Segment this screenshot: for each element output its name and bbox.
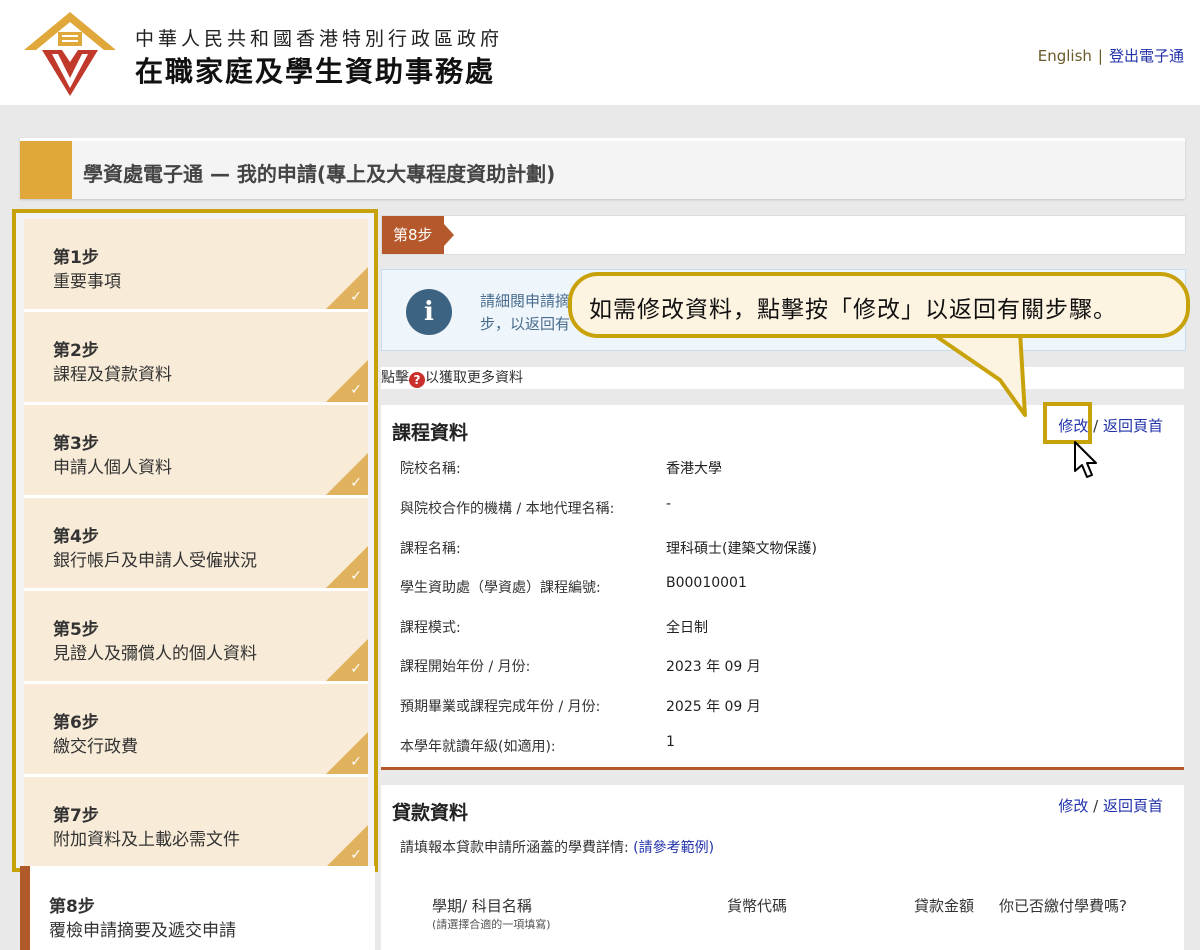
check-icon: ✓	[350, 475, 362, 491]
column-header-note: (請選擇合適的一項填寫)	[432, 918, 551, 931]
course-section-title: 課程資料	[392, 422, 469, 444]
course-row-label: 院校名稱:	[400, 461, 461, 477]
check-icon: ✓	[350, 289, 362, 305]
course-info-section: 課程資料 修改 / 返回頁首 院校名稱: 香港大學 與院校合作的機構 / 本地代…	[381, 405, 1184, 770]
column-header-currency: 貨幣代碼	[727, 897, 788, 915]
step-number: 第3步	[53, 434, 99, 454]
course-row-label: 學生資助處（學資處）課程編號:	[400, 580, 601, 596]
gov-name: 中華人民共和國香港特別行政區政府	[135, 28, 504, 50]
page-title: 學資處電子通 — 我的申請(專上及大專程度資助計劃)	[83, 162, 556, 186]
step-name: 覆檢申請摘要及遞交申請	[49, 921, 236, 941]
course-row-value: 1	[666, 734, 675, 750]
column-header-paid: 你已否繳付學費嗎?	[999, 897, 1127, 915]
info-icon: i	[406, 289, 452, 335]
site-header: 中華人民共和國香港特別行政區政府 在職家庭及學生資助事務處 English | 登出…	[0, 0, 1200, 105]
help-prefix: 點擊	[381, 370, 409, 386]
check-icon: ✓	[350, 847, 362, 863]
sidebar-step-2[interactable]: 第2步 課程及貸款資料 ✓	[24, 312, 368, 405]
header-separator: |	[1097, 47, 1103, 65]
loan-section-title: 貸款資料	[392, 802, 469, 824]
column-header-amount: 貸款金額	[914, 897, 975, 915]
info-text-line-1: 請細閱申請摘	[480, 292, 571, 310]
header-links: English | 登出電子通	[1038, 45, 1184, 66]
course-row-label: 課程模式:	[400, 620, 461, 636]
check-icon: ✓	[350, 661, 362, 677]
english-link[interactable]: English	[1038, 47, 1092, 65]
loan-intro-text: 請填報本貸款申請所涵蓋的學費詳情:	[400, 840, 629, 856]
loan-intro: 請填報本貸款申請所涵蓋的學費詳情: (請參考範例)	[400, 837, 714, 857]
mouse-pointer-icon	[1074, 441, 1097, 478]
example-link[interactable]: (請參考範例)	[633, 840, 714, 856]
sidebar-step-3[interactable]: 第3步 申請人個人資料 ✓	[24, 405, 368, 498]
callout-tail	[928, 330, 1027, 417]
loan-info-section: 貸款資料 修改 / 返回頁首 請填報本貸款申請所涵蓋的學費詳情: (請參考範例)…	[381, 785, 1184, 950]
title-accent	[20, 141, 72, 199]
help-line: 點擊? 以獲取更多資料	[381, 367, 1184, 389]
step-number: 第1步	[53, 248, 99, 268]
step-name: 繳交行政費	[53, 737, 138, 757]
sidebar-step-8-current[interactable]: 第8步 覆檢申請摘要及遞交申請	[20, 866, 375, 950]
course-row-label: 課程名稱:	[400, 541, 461, 557]
link-separator: /	[1093, 417, 1099, 435]
info-text-line-2: 步，以返回有	[480, 315, 571, 333]
step-name: 見證人及彌償人的個人資料	[53, 644, 257, 664]
page-title-bar: 學資處電子通 — 我的申請(專上及大專程度資助計劃)	[20, 138, 1185, 199]
sidebar-step-5[interactable]: 第5步 見證人及彌償人的個人資料 ✓	[24, 591, 368, 684]
course-row-value: B00010001	[666, 575, 747, 591]
course-row-label: 課程開始年份 / 月份:	[400, 659, 531, 675]
help-question-icon[interactable]: ?	[409, 372, 425, 388]
check-icon: ✓	[350, 568, 362, 584]
help-suffix: 以獲取更多資料	[425, 370, 523, 386]
loan-section-links: 修改 / 返回頁首	[1058, 795, 1163, 816]
course-row-label: 本學年就讀年級(如適用):	[400, 739, 556, 755]
step-sidebar: 第1步 重要事項 ✓ 第2步 課程及貸款資料 ✓ 第3步 申請人個人資料 ✓ 第…	[12, 209, 378, 872]
step-number: 第5步	[53, 620, 99, 640]
course-row-value: 理科碩士(建築文物保護)	[666, 541, 817, 557]
course-row-value: -	[666, 496, 672, 512]
tutorial-callout-text: 如需修改資料，點擊按「修改」以返回有關步驟。	[589, 297, 1117, 323]
sidebar-step-7[interactable]: 第7步 附加資料及上載必需文件 ✓	[24, 777, 368, 868]
step-number: 第8步	[49, 897, 95, 917]
step-name: 重要事項	[53, 272, 121, 292]
step-number: 第7步	[53, 806, 99, 826]
check-icon: ✓	[350, 382, 362, 398]
loan-edit-link[interactable]: 修改	[1058, 797, 1088, 815]
sidebar-step-4[interactable]: 第4步 銀行帳戶及申請人受僱狀況 ✓	[24, 498, 368, 591]
dept-name: 在職家庭及學生資助事務處	[135, 55, 496, 88]
course-row-value: 香港大學	[666, 461, 722, 477]
step-name: 銀行帳戶及申請人受僱狀況	[53, 551, 257, 571]
link-separator: /	[1093, 797, 1099, 815]
logout-link[interactable]: 登出電子通	[1109, 47, 1184, 65]
course-row-value: 2023 年 09 月	[666, 659, 761, 675]
sidebar-step-6[interactable]: 第6步 繳交行政費 ✓	[24, 684, 368, 777]
loan-back-to-top-link[interactable]: 返回頁首	[1103, 797, 1163, 815]
step-name: 附加資料及上載必需文件	[53, 830, 240, 850]
current-step-tag: 第8步	[382, 216, 454, 254]
current-step-bar: 第8步	[381, 215, 1186, 255]
step-number: 第6步	[53, 713, 99, 733]
course-row-label: 預期畢業或課程完成年份 / 月份:	[400, 699, 601, 715]
edit-link-highlight	[1043, 402, 1092, 444]
course-row-value: 2025 年 09 月	[666, 699, 761, 715]
logo-icon	[24, 12, 116, 96]
column-header-term: 學期/ 科目名稱	[432, 897, 532, 915]
step-name: 申請人個人資料	[53, 458, 172, 478]
sidebar-step-1[interactable]: 第1步 重要事項 ✓	[24, 219, 368, 312]
course-back-to-top-link[interactable]: 返回頁首	[1103, 417, 1163, 435]
step-number: 第2步	[53, 341, 99, 361]
check-icon: ✓	[350, 754, 362, 770]
step-number: 第4步	[53, 527, 99, 547]
step-name: 課程及貸款資料	[53, 365, 172, 385]
course-row-value: 全日制	[666, 620, 708, 636]
course-row-label: 與院校合作的機構 / 本地代理名稱:	[400, 501, 615, 517]
